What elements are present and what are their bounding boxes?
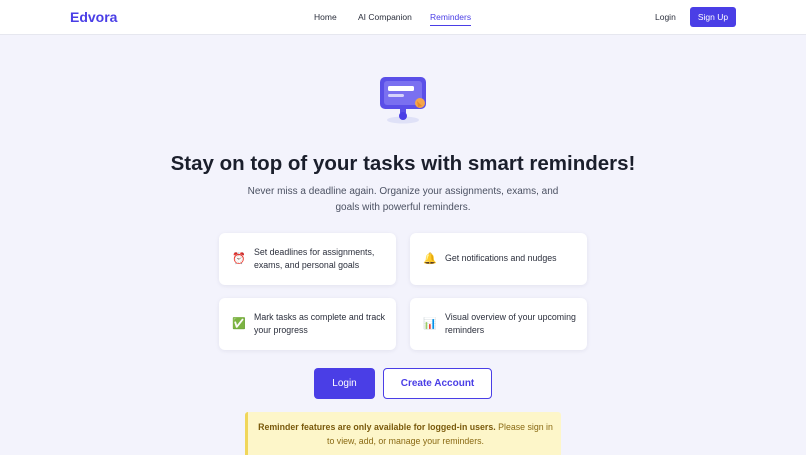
top-navbar: Edvora Home AI Companion Reminders Login… [0, 0, 806, 35]
feature-card: ✅ Mark tasks as complete and track your … [219, 298, 396, 350]
check-mark-icon: ✅ [232, 318, 246, 330]
reminder-monitor-icon [378, 76, 430, 126]
nav-link-reminders[interactable]: Reminders [430, 12, 472, 26]
nav-link-ai-companion[interactable]: AI Companion [358, 12, 412, 22]
feature-text: Set deadlines for assignments, exams, an… [254, 246, 375, 271]
nav-login-link[interactable]: Login [655, 12, 676, 22]
notice-bold-text: Reminder features are only available for… [258, 422, 496, 432]
bar-chart-icon: 📊 [423, 318, 437, 330]
login-button[interactable]: Login [314, 368, 375, 399]
create-account-button[interactable]: Create Account [383, 368, 492, 399]
feature-card: 📊 Visual overview of your upcoming remin… [410, 298, 587, 350]
feature-text: Visual overview of your upcoming reminde… [445, 311, 576, 336]
bell-icon: 🔔 [423, 253, 437, 265]
brand-logo[interactable]: Edvora [70, 9, 117, 25]
sign-up-button[interactable]: Sign Up [690, 7, 736, 27]
nav-link-home[interactable]: Home [314, 12, 337, 22]
page-title: Stay on top of your tasks with smart rem… [170, 152, 636, 175]
feature-card: ⏰ Set deadlines for assignments, exams, … [219, 233, 396, 285]
feature-text: Get notifications and nudges [445, 253, 557, 264]
page-subtitle: Never miss a deadline again. Organize yo… [247, 186, 559, 213]
feature-card: 🔔 Get notifications and nudges [410, 233, 587, 285]
feature-text: Mark tasks as complete and track your pr… [254, 311, 386, 336]
login-required-notice: Reminder features are only available for… [245, 412, 561, 455]
alarm-clock-icon: ⏰ [232, 253, 246, 265]
